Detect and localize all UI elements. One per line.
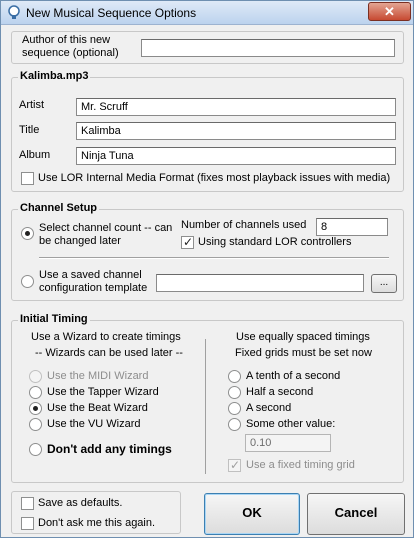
lor-format-checkbox[interactable] xyxy=(21,172,34,185)
no-timings-radio[interactable] xyxy=(29,443,42,456)
tenth-second-radio[interactable] xyxy=(228,370,241,383)
spaced-heading-1: Use equally spaced timings xyxy=(236,331,370,343)
standard-controllers-checkbox[interactable] xyxy=(181,235,194,249)
half-second-label: Half a second xyxy=(246,386,314,398)
midi-wizard-radio[interactable] xyxy=(29,370,42,383)
select-count-radio[interactable] xyxy=(21,227,34,240)
no-timings-label: Don't add any timings xyxy=(47,442,172,456)
album-label: Album xyxy=(19,149,51,161)
tapper-wizard-label: Use the Tapper Wizard xyxy=(47,386,159,398)
beat-wizard-label: Use the Beat Wizard xyxy=(47,402,148,414)
num-channels-label: Number of channels used xyxy=(181,219,307,231)
standard-controllers-label: Using standard LOR controllers xyxy=(198,236,352,248)
ok-button[interactable]: OK xyxy=(204,493,300,535)
save-defaults-label: Save as defaults. xyxy=(38,497,123,509)
midi-wizard-label: Use the MIDI Wizard xyxy=(47,370,149,382)
browse-button-label: ... xyxy=(379,277,389,288)
title-label: Title xyxy=(19,124,40,136)
author-label-line1: Author of this new xyxy=(22,34,111,46)
lor-format-label: Use LOR Internal Media Format (fixes mos… xyxy=(38,172,391,184)
other-value-input[interactable]: 0.10 xyxy=(245,434,331,452)
select-count-label-line2: be changed later xyxy=(39,235,121,247)
spaced-heading-2: Fixed grids must be set now xyxy=(235,347,372,359)
template-input[interactable] xyxy=(156,274,364,292)
fixed-grid-label: Use a fixed timing grid xyxy=(246,459,355,471)
lightbulb-icon xyxy=(7,5,21,21)
tenth-second-label: A tenth of a second xyxy=(246,370,341,382)
other-value-radio[interactable] xyxy=(228,418,241,431)
cancel-button[interactable]: Cancel xyxy=(307,493,405,535)
dialog-window: New Musical Sequence Options ✕ Author of… xyxy=(0,0,414,538)
wizard-heading-1: Use a Wizard to create timings xyxy=(31,331,181,343)
initial-timing-title: Initial Timing xyxy=(18,313,90,325)
wizard-heading-2: -- Wizards can be used later -- xyxy=(35,347,183,359)
author-input[interactable] xyxy=(141,39,395,57)
tapper-wizard-radio[interactable] xyxy=(29,386,42,399)
window-title: New Musical Sequence Options xyxy=(26,6,197,20)
title-bar[interactable]: New Musical Sequence Options ✕ xyxy=(1,1,413,25)
dont-ask-label: Don't ask me this again. xyxy=(38,517,156,529)
vu-wizard-label: Use the VU Wizard xyxy=(47,418,141,430)
fixed-grid-checkbox[interactable] xyxy=(228,458,241,472)
cancel-button-label: Cancel xyxy=(334,505,378,520)
browse-button[interactable]: ... xyxy=(371,274,397,293)
artist-label: Artist xyxy=(19,99,45,111)
artist-input[interactable]: Mr. Scruff xyxy=(76,98,396,116)
num-channels-input[interactable]: 8 xyxy=(316,218,388,236)
channel-setup-title: Channel Setup xyxy=(18,202,100,214)
media-group-title: Kalimba.mp3 xyxy=(18,70,91,82)
select-count-label-line1: Select channel count -- can xyxy=(39,222,173,234)
one-second-radio[interactable] xyxy=(228,402,241,415)
ok-button-label: OK xyxy=(242,505,262,520)
close-icon: ✕ xyxy=(384,4,395,19)
album-input[interactable]: Ninja Tuna xyxy=(76,147,396,165)
other-value-label: Some other value: xyxy=(246,418,336,430)
author-label-line2: sequence (optional) xyxy=(22,47,119,59)
beat-wizard-radio[interactable] xyxy=(29,402,42,415)
half-second-radio[interactable] xyxy=(228,386,241,399)
dont-ask-checkbox[interactable] xyxy=(21,517,34,530)
channel-divider xyxy=(39,257,389,259)
template-label-line2: configuration template xyxy=(39,282,148,294)
template-label-line1: Use a saved channel xyxy=(39,269,142,281)
template-radio[interactable] xyxy=(21,275,34,288)
one-second-label: A second xyxy=(246,402,292,414)
title-input[interactable]: Kalimba xyxy=(76,122,396,140)
timing-divider xyxy=(205,339,206,474)
vu-wizard-radio[interactable] xyxy=(29,418,42,431)
save-defaults-checkbox[interactable] xyxy=(21,497,34,510)
close-button[interactable]: ✕ xyxy=(368,2,411,21)
